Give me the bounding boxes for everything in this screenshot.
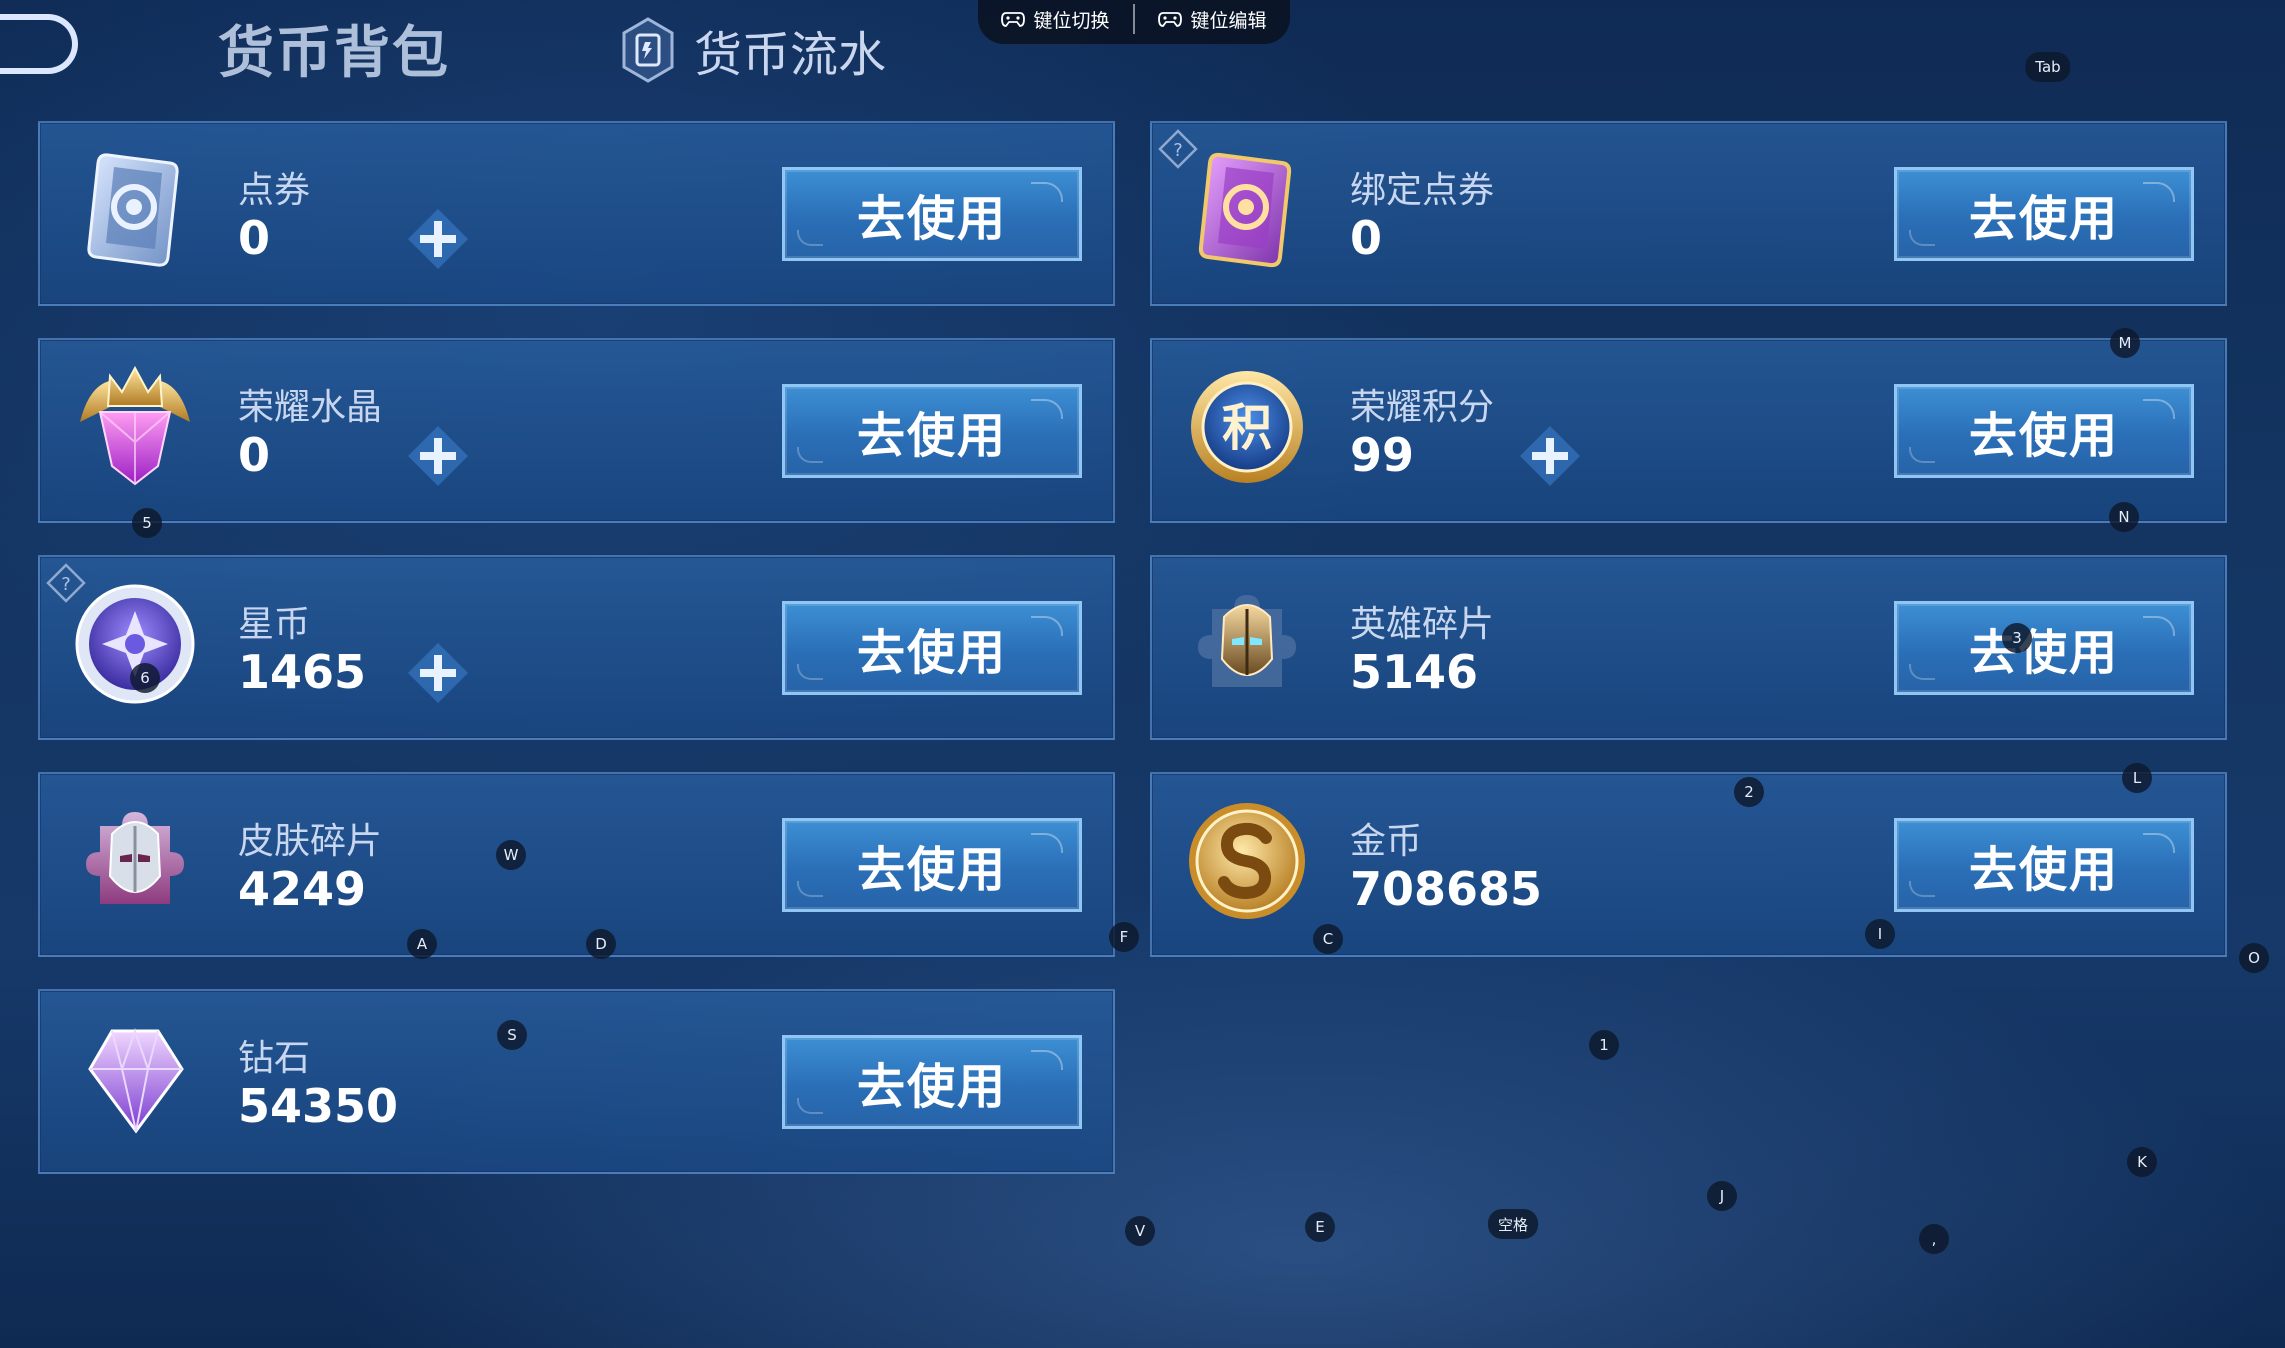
add-button[interactable] (1518, 424, 1582, 488)
currency-card-glory-points: 积 荣耀积分 99 去使用 (1150, 338, 2227, 523)
currency-name: 皮肤碎片 (238, 821, 383, 862)
currency-amount: 0 (238, 211, 271, 265)
key-hint-d: D (586, 929, 616, 959)
currency-name: 英雄碎片 (1350, 604, 1495, 645)
tab-currency-flow[interactable]: 货币流水 (620, 10, 886, 90)
currency-card-gold-coin: 金币 708685 去使用 (1150, 772, 2227, 957)
use-button[interactable]: 去使用 (782, 167, 1082, 261)
gamepad-icon (1158, 12, 1183, 27)
use-button[interactable]: 去使用 (1894, 384, 2194, 478)
hero-fragment-icon (1198, 595, 1296, 687)
key-hint-k: K (2127, 1147, 2157, 1177)
glory-points-icon: 积 (1191, 371, 1303, 483)
keymap-edit-label: 键位编辑 (1190, 9, 1267, 32)
key-hint-f: F (1109, 922, 1139, 952)
use-button-label: 去使用 (856, 191, 1007, 247)
use-button-label: 去使用 (1968, 408, 2119, 464)
currency-amount: 54350 (238, 1079, 399, 1133)
add-button[interactable] (406, 424, 470, 488)
diamond-icon (88, 1027, 184, 1134)
currency-card-skin-fragment: 皮肤碎片 4249 去使用 (38, 772, 1115, 957)
gold-coin-icon (1189, 803, 1305, 919)
use-button[interactable]: 去使用 (1894, 601, 2194, 695)
key-hint-w: W (496, 840, 526, 870)
use-button-label: 去使用 (856, 842, 1007, 898)
key-hint-5: 5 (132, 508, 162, 538)
use-button[interactable]: 去使用 (782, 818, 1082, 912)
currency-amount: 4249 (238, 862, 367, 916)
use-button[interactable]: 去使用 (782, 601, 1082, 695)
use-button[interactable]: 去使用 (1894, 818, 2194, 912)
key-hint-a: A (407, 929, 437, 959)
gamepad-icon (1001, 12, 1026, 27)
use-button-label: 去使用 (1968, 625, 2119, 681)
key-hint-s: S (497, 1020, 527, 1050)
currency-name: 金币 (1350, 821, 1423, 862)
currency-amount: 708685 (1350, 862, 1543, 916)
back-button[interactable] (0, 14, 78, 74)
currency-card-bound-voucher: ? 绑定点券 0 去使用 (1150, 121, 2227, 306)
key-hint-3: 3 (2002, 623, 2032, 653)
use-button-label: 去使用 (1968, 842, 2119, 898)
currency-name: 荣耀积分 (1350, 387, 1495, 428)
use-button-label: 去使用 (856, 408, 1007, 464)
key-hint-i: I (1865, 919, 1895, 949)
key-hint-2: 2 (1734, 777, 1764, 807)
currency-amount: 0 (238, 428, 271, 482)
currency-name: 绑定点券 (1350, 170, 1495, 211)
use-button-label: 去使用 (1968, 191, 2119, 247)
tab-currency-bag[interactable]: 货币背包 (218, 8, 450, 89)
currency-amount: 99 (1350, 428, 1415, 482)
keymap-switch-label: 键位切换 (1033, 9, 1110, 32)
keymap-edit-button[interactable]: 键位编辑 (1135, 0, 1290, 44)
currency-card-voucher: 点券 0 去使用 (38, 121, 1115, 306)
currency-card-diamond: 钻石 54350 去使用 (38, 989, 1115, 1174)
key-hint-v: V (1125, 1216, 1155, 1246)
currency-amount: 5146 (1350, 645, 1479, 699)
skin-fragment-icon (86, 812, 184, 904)
currency-name: 钻石 (238, 1038, 311, 1079)
keymap-switch-button[interactable]: 键位切换 (978, 0, 1133, 44)
key-hint-tab: Tab (2025, 52, 2071, 82)
points-badge-glyph: 积 (1222, 399, 1272, 457)
currency-amount: 1465 (238, 645, 367, 699)
key-hint-comma: , (1919, 1224, 1949, 1254)
currency-name: 荣耀水晶 (238, 387, 383, 428)
voucher-card-icon (87, 153, 179, 267)
key-hint-e: E (1305, 1212, 1335, 1242)
currency-name: 点券 (238, 170, 311, 211)
add-button[interactable] (406, 641, 470, 705)
currency-card-star-coin: ? 星币 1465 去使用 (38, 555, 1115, 740)
key-hint-o: O (2239, 943, 2269, 973)
glory-crystal-icon (80, 365, 190, 486)
use-button-label: 去使用 (856, 1059, 1007, 1115)
use-button[interactable]: 去使用 (1894, 167, 2194, 261)
key-hint-1: 1 (1589, 1030, 1619, 1060)
key-hint-c: C (1313, 924, 1343, 954)
bound-voucher-card-icon (1198, 152, 1292, 268)
use-button[interactable]: 去使用 (782, 1035, 1082, 1129)
currency-amount: 0 (1350, 211, 1383, 265)
currency-flow-icon (622, 17, 674, 83)
key-hint-n: N (2109, 502, 2139, 532)
key-hint-l: L (2122, 763, 2152, 793)
currency-card-glory-crystal: 荣耀水晶 0 去使用 (38, 338, 1115, 523)
currency-flow-label: 货币流水 (694, 27, 887, 83)
key-hint-6: 6 (130, 663, 160, 693)
currency-name: 星币 (238, 604, 311, 645)
key-hint-space: 空格 (1487, 1209, 1539, 1239)
keymap-toolbar: 键位切换 键位编辑 (978, 0, 1290, 44)
use-button[interactable]: 去使用 (782, 384, 1082, 478)
currency-card-hero-fragment: 英雄碎片 5146 去使用 (1150, 555, 2227, 740)
use-button-label: 去使用 (856, 625, 1007, 681)
add-button[interactable] (406, 207, 470, 271)
key-hint-m: M (2110, 328, 2140, 358)
key-hint-j: J (1707, 1181, 1737, 1211)
